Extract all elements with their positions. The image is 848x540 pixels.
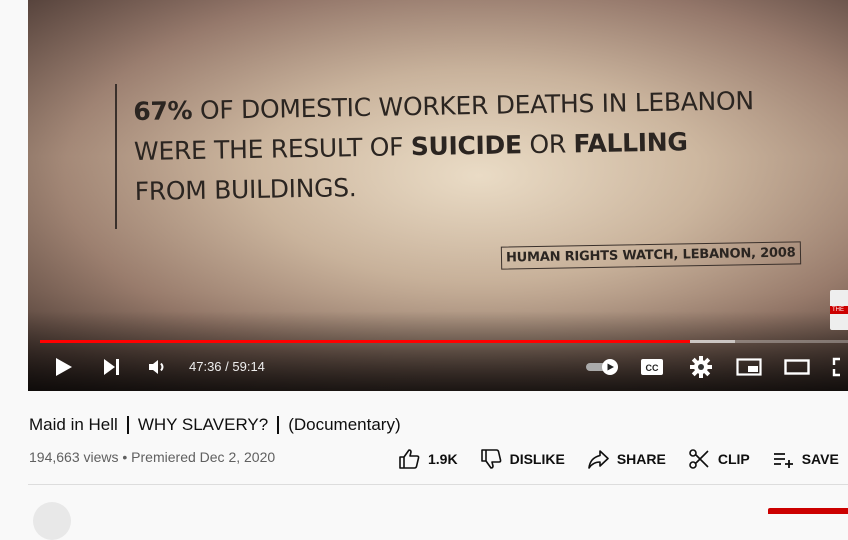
title-separator <box>277 416 280 434</box>
title-part-1: Maid in Hell <box>29 415 118 434</box>
next-icon[interactable] <box>100 354 124 380</box>
title-part-3: (Documentary) <box>288 415 401 434</box>
overlay-suicide: SUICIDE <box>410 130 523 162</box>
share-icon <box>588 450 609 469</box>
video-player[interactable]: 67% OF DOMESTIC WORKER DEATHS IN LEBANON… <box>28 0 848 391</box>
action-bar: 1.9K DISLIKE SHARE CLIP SAVE <box>398 448 839 470</box>
save-label: SAVE <box>801 451 839 467</box>
video-title: Maid in Hell WHY SLAVERY? (Documentary) <box>29 415 401 435</box>
overlay-or: OR <box>521 129 574 160</box>
miniplayer-icon[interactable] <box>735 354 763 380</box>
playlist-add-icon <box>773 453 793 468</box>
overlay-source-citation: HUMAN RIGHTS WATCH, LEBANON, 2008 <box>500 241 801 270</box>
time-display: 47:36 / 59:14 <box>189 359 265 374</box>
play-icon[interactable] <box>52 354 76 380</box>
captions-label: CC <box>646 363 659 373</box>
progress-bar[interactable] <box>40 340 848 343</box>
dislike-button[interactable]: DISLIKE <box>480 448 565 470</box>
share-button[interactable]: SHARE <box>587 448 666 470</box>
overlay-line2-start: WERE THE RESULT OF <box>133 132 412 166</box>
page-gutter <box>0 0 28 391</box>
captions-icon[interactable]: CC <box>639 354 665 380</box>
subscribe-button[interactable] <box>768 508 848 514</box>
dislike-label: DISLIKE <box>509 451 565 467</box>
scissors-icon <box>689 449 709 469</box>
overlay-falling: FALLING <box>573 127 688 159</box>
overlay-statistic-text: 67% OF DOMESTIC WORKER DEATHS IN LEBANON… <box>133 80 795 212</box>
autoplay-toggle-icon[interactable] <box>584 354 622 380</box>
theater-icon[interactable] <box>783 354 811 380</box>
player-controls: 47:36 / 59:14 CC <box>28 350 848 384</box>
share-label: SHARE <box>616 451 666 467</box>
thumbs-down-icon <box>480 449 501 469</box>
end-card-thumbnail[interactable]: THE <box>830 290 848 330</box>
view-count-and-date: 194,663 views • Premiered Dec 2, 2020 <box>29 449 276 465</box>
overlay-line1: OF DOMESTIC WORKER DEATHS IN LEBANON <box>192 86 754 125</box>
title-part-2: WHY SLAVERY? <box>137 415 269 434</box>
clip-label: CLIP <box>717 451 750 467</box>
clip-button[interactable]: CLIP <box>688 448 750 470</box>
overlay-percent: 67% <box>133 95 193 126</box>
thumbs-up-icon <box>399 449 420 469</box>
title-separator <box>126 416 129 434</box>
fullscreen-icon[interactable] <box>832 354 848 380</box>
video-info-section: Maid in Hell WHY SLAVERY? (Documentary) … <box>28 391 848 540</box>
like-count: 1.9K <box>428 451 458 467</box>
section-divider <box>28 484 848 485</box>
volume-icon[interactable] <box>146 354 170 380</box>
like-button[interactable]: 1.9K <box>398 448 458 470</box>
channel-avatar[interactable] <box>33 502 71 540</box>
progress-played <box>40 340 691 343</box>
overlay-vertical-rule <box>115 84 117 229</box>
end-card-label: THE <box>830 306 848 314</box>
save-button[interactable]: SAVE <box>772 448 839 470</box>
settings-icon[interactable] <box>688 354 714 380</box>
